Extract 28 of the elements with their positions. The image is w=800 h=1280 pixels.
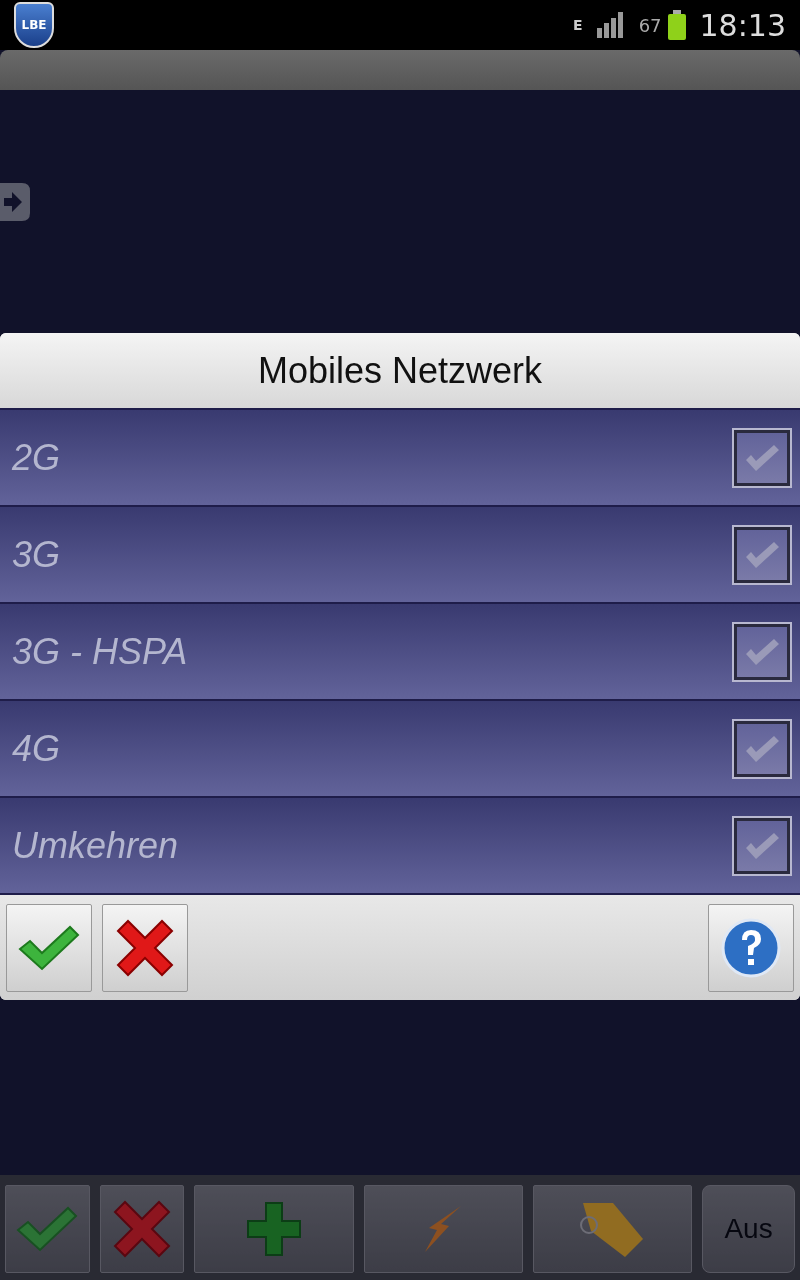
- checkmark-icon: [16, 1206, 79, 1252]
- checkmark-icon: [744, 830, 780, 861]
- close-icon: [113, 1200, 172, 1258]
- checkmark-icon: [744, 539, 780, 570]
- toggle-button[interactable]: Aus: [702, 1185, 796, 1273]
- checkmark-icon: [744, 733, 780, 764]
- checkmark-icon: [744, 442, 780, 473]
- battery-percent: 67: [638, 14, 662, 36]
- network-type-indicator: E: [573, 17, 583, 33]
- option-label: Umkehren: [12, 824, 179, 867]
- app-shield-icon: LBE: [14, 2, 54, 48]
- checkmark-icon: [18, 924, 80, 971]
- help-icon: [721, 917, 781, 978]
- option-label: 3G: [12, 533, 61, 576]
- checkmark-icon: [744, 636, 780, 667]
- close-icon: [116, 918, 174, 977]
- clock: 18:13: [699, 7, 786, 43]
- option-label: 2G: [12, 436, 61, 479]
- plus-icon: [246, 1201, 303, 1257]
- ok-button[interactable]: [6, 903, 92, 992]
- help-button[interactable]: [708, 903, 794, 992]
- option-label: 3G - HSPA: [12, 630, 188, 673]
- battery-icon: [667, 10, 686, 40]
- cancel-button[interactable]: [102, 903, 188, 992]
- dialog-title: Mobiles Netzwerk: [0, 333, 800, 408]
- drawer-handle-icon[interactable]: [0, 182, 30, 221]
- signal-icon: [596, 12, 625, 38]
- option-label: 4G: [12, 727, 61, 770]
